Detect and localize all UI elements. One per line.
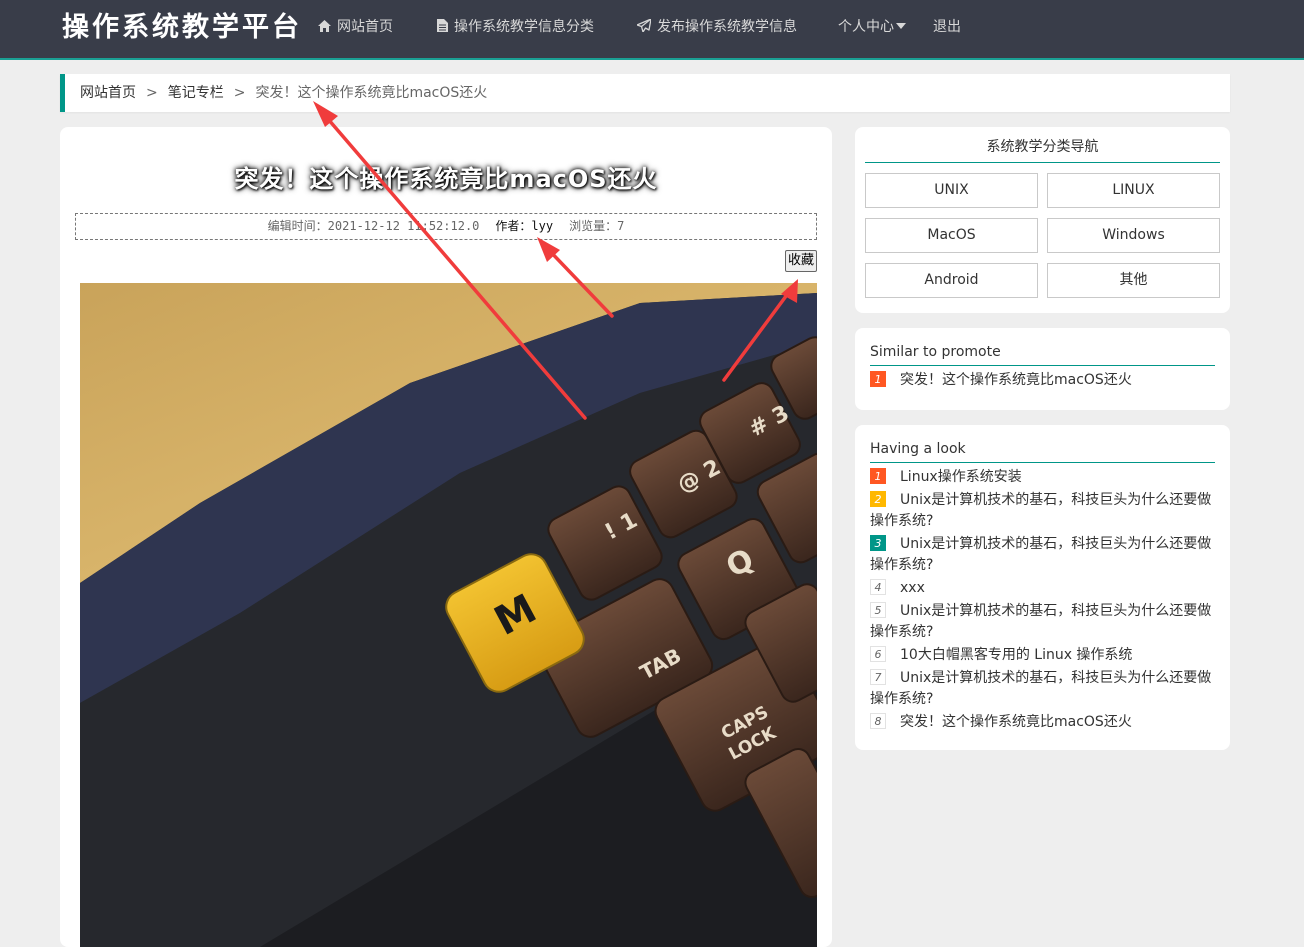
nav-logout[interactable]: 退出	[933, 0, 961, 56]
category-button[interactable]: UNIX	[865, 173, 1038, 208]
list-item[interactable]: 3 Unix是计算机技术的基石，科技巨头为什么还要做操作系统?	[870, 534, 1215, 576]
list-item[interactable]: 1 Linux操作系统安装	[870, 467, 1215, 488]
nav-profile-label: 个人中心	[838, 19, 894, 35]
edit-time-value: 2021-12-12 11:52:12.0	[327, 219, 480, 233]
rank-badge: 4	[870, 579, 886, 595]
site-logo-title[interactable]: 操作系统教学平台	[62, 8, 302, 48]
rank-badge: 1	[870, 371, 886, 387]
views-label: 浏览量：	[569, 219, 618, 233]
views-value: 7	[617, 219, 625, 233]
similar-card: Similar to promote 1 突发！这个操作系统竟比macOS还火	[855, 328, 1230, 410]
having-look-title: Having a look	[870, 438, 1215, 463]
list-item[interactable]: 8 突发！这个操作系统竟比macOS还火	[870, 712, 1215, 733]
category-button[interactable]: MacOS	[865, 218, 1038, 253]
list-item-text: Unix是计算机技术的基石，科技巨头为什么还要做操作系统?	[870, 670, 1212, 707]
list-item-text: Linux操作系统安装	[900, 469, 1022, 485]
article-card: 突发！这个操作系统竟比macOS还火 编辑时间：2021-12-12 11:52…	[60, 127, 832, 947]
nav-categories-label: 操作系统教学信息分类	[454, 19, 594, 35]
list-item-text: Unix是计算机技术的基石，科技巨头为什么还要做操作系统?	[870, 603, 1212, 640]
having-look-card: Having a look 1 Linux操作系统安装 2 Unix是计算机技术的基…	[855, 425, 1230, 750]
category-nav-title: 系统教学分类导航	[865, 137, 1220, 163]
article-meta: 编辑时间：2021-12-12 11:52:12.0 作者：lyy 浏览量：7	[75, 213, 817, 240]
list-item[interactable]: 6 10大白帽黑客专用的 Linux 操作系统	[870, 645, 1215, 666]
category-button[interactable]: Android	[865, 263, 1038, 298]
nav-home[interactable]: 网站首页	[318, 0, 393, 56]
rank-badge: 5	[870, 602, 886, 618]
home-icon	[318, 19, 331, 32]
list-item[interactable]: 1 突发！这个操作系统竟比macOS还火	[870, 370, 1215, 391]
nav-categories[interactable]: 操作系统教学信息分类	[437, 0, 594, 56]
keyboard-photo: M TAB CAPS LOCK Q ! 1 @ 2 # 3	[80, 283, 817, 947]
list-item-text: 10大白帽黑客专用的 Linux 操作系统	[900, 647, 1133, 663]
list-item[interactable]: 4 xxx	[870, 578, 1215, 599]
category-nav-card: 系统教学分类导航 UNIX LINUX MacOS Windows Androi…	[855, 127, 1230, 313]
list-item-text: Unix是计算机技术的基石，科技巨头为什么还要做操作系统?	[870, 492, 1212, 529]
rank-badge: 1	[870, 468, 886, 484]
top-navbar: 操作系统教学平台 网站首页 操作系统教学信息分类 发布操作系统教学信息 个人中心…	[0, 0, 1304, 60]
breadcrumb-current: 突发！这个操作系统竟比macOS还火	[255, 85, 488, 101]
list-item[interactable]: 5 Unix是计算机技术的基石，科技巨头为什么还要做操作系统?	[870, 601, 1215, 643]
author-value: lyy	[531, 219, 554, 233]
rank-badge: 2	[870, 491, 886, 507]
edit-time-label: 编辑时间：	[267, 219, 328, 233]
list-item[interactable]: 2 Unix是计算机技术的基石，科技巨头为什么还要做操作系统?	[870, 490, 1215, 532]
caret-down-icon	[896, 23, 906, 29]
favorite-button[interactable]: 收藏	[785, 250, 817, 272]
breadcrumb: 网站首页 > 笔记专栏 > 突发！这个操作系统竟比macOS还火	[60, 74, 1230, 112]
breadcrumb-home[interactable]: 网站首页	[80, 85, 136, 101]
rank-badge: 7	[870, 669, 886, 685]
article-image: M TAB CAPS LOCK Q ! 1 @ 2 # 3	[80, 283, 817, 947]
nav-profile[interactable]: 个人中心	[838, 0, 906, 56]
list-item-text: 突发！这个操作系统竟比macOS还火	[900, 372, 1132, 388]
list-item-text: Unix是计算机技术的基石，科技巨头为什么还要做操作系统?	[870, 536, 1212, 573]
nav-publish-label: 发布操作系统教学信息	[657, 19, 797, 35]
similar-title: Similar to promote	[870, 341, 1215, 366]
having-look-list: 1 Linux操作系统安装 2 Unix是计算机技术的基石，科技巨头为什么还要做操作…	[870, 467, 1215, 735]
author-label: 作者：	[495, 219, 532, 233]
similar-list: 1 突发！这个操作系统竟比macOS还火	[870, 370, 1215, 393]
breadcrumb-separator: >	[233, 85, 246, 101]
rank-badge: 8	[870, 713, 886, 729]
list-item-text: 突发！这个操作系统竟比macOS还火	[900, 714, 1132, 730]
file-icon	[437, 19, 448, 32]
breadcrumb-separator: >	[146, 85, 158, 101]
category-button[interactable]: Windows	[1047, 218, 1220, 253]
category-button[interactable]: LINUX	[1047, 173, 1220, 208]
list-item[interactable]: 7 Unix是计算机技术的基石，科技巨头为什么还要做操作系统?	[870, 668, 1215, 710]
nav-publish[interactable]: 发布操作系统教学信息	[637, 0, 797, 56]
paper-plane-icon	[637, 19, 651, 32]
rank-badge: 6	[870, 646, 886, 662]
breadcrumb-section[interactable]: 笔记专栏	[168, 85, 224, 101]
list-item-text: xxx	[900, 580, 925, 596]
rank-badge: 3	[870, 535, 886, 551]
article-title: 突发！这个操作系统竟比macOS还火	[234, 165, 658, 193]
category-button[interactable]: 其他	[1047, 263, 1220, 298]
nav-home-label: 网站首页	[337, 19, 393, 35]
